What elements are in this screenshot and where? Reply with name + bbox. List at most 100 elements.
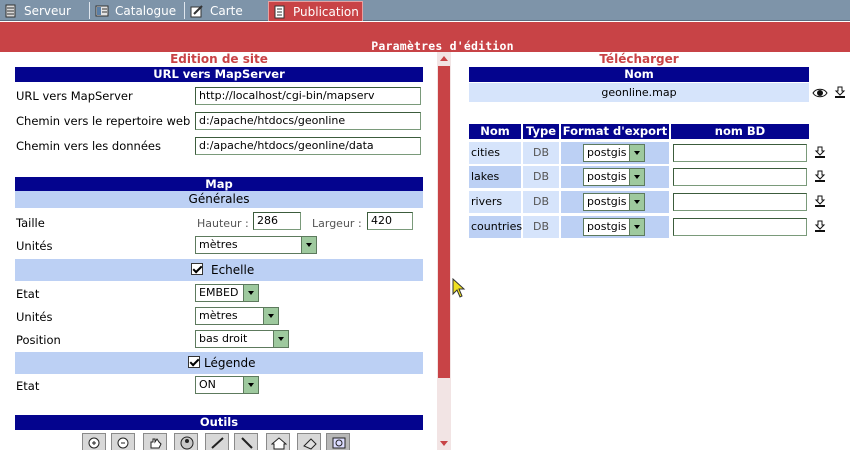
export-format-value: postgis bbox=[587, 170, 627, 183]
layer-type: DB bbox=[533, 220, 550, 233]
erase-icon[interactable] bbox=[297, 433, 321, 450]
scale-checkbox[interactable] bbox=[191, 263, 203, 275]
chevron-down-icon bbox=[243, 377, 258, 393]
db-name-field[interactable] bbox=[673, 218, 807, 236]
legend-label: Légende bbox=[204, 356, 256, 370]
chevron-down-icon bbox=[301, 237, 316, 253]
col-header-dbname: nom BD bbox=[671, 124, 809, 139]
legend-subheader: Légende bbox=[15, 352, 423, 374]
chevron-down-icon bbox=[629, 169, 644, 185]
layer-type: DB bbox=[533, 170, 550, 183]
web-dir-field[interactable]: d:/apache/htdocs/geonline bbox=[195, 112, 421, 130]
download-icon[interactable] bbox=[814, 220, 826, 233]
units-select-value: mètres bbox=[199, 238, 238, 251]
scale-label: Echelle bbox=[211, 263, 255, 277]
scroll-up-button[interactable] bbox=[437, 52, 451, 65]
chevron-down-icon bbox=[243, 285, 258, 301]
export-format-select[interactable]: postgis bbox=[583, 193, 645, 211]
download-icon[interactable] bbox=[814, 146, 826, 159]
measure-icon[interactable] bbox=[234, 433, 258, 450]
width-field[interactable]: 420 bbox=[367, 212, 413, 230]
mapserver-url-field[interactable]: http://localhost/cgi-bin/mapserv bbox=[195, 87, 421, 105]
tab-serveur[interactable]: Serveur bbox=[0, 1, 88, 21]
left-section-title: Edition de site bbox=[170, 52, 268, 66]
legend-state-select[interactable]: ON bbox=[195, 376, 259, 394]
chevron-down-icon bbox=[629, 219, 644, 235]
position-select[interactable]: bas droit bbox=[195, 330, 289, 348]
layer-type: DB bbox=[533, 146, 550, 159]
scale-state-label: Etat bbox=[16, 287, 40, 301]
units-select[interactable]: mètres bbox=[195, 236, 317, 254]
publish-icon bbox=[273, 5, 287, 19]
tab-divider bbox=[89, 2, 90, 19]
general-subheader: Générales bbox=[15, 191, 423, 208]
position-label: Position bbox=[16, 333, 61, 347]
tab-label: Publication bbox=[293, 4, 359, 19]
chevron-down-icon bbox=[629, 194, 644, 210]
scale-state-select[interactable]: EMBED bbox=[195, 284, 259, 302]
db-name-field[interactable] bbox=[673, 144, 807, 162]
export-format-select[interactable]: postgis bbox=[583, 144, 645, 162]
tab-label: Catalogue bbox=[115, 4, 177, 18]
export-format-select[interactable]: postgis bbox=[583, 168, 645, 186]
draw-line-icon[interactable] bbox=[205, 433, 229, 450]
chevron-up-icon bbox=[440, 56, 448, 61]
mapfile-header: Nom bbox=[469, 67, 809, 82]
export-format-select[interactable]: postgis bbox=[583, 218, 645, 236]
web-dir-label: Chemin vers le repertoire web bbox=[16, 114, 191, 128]
layer-name: countries bbox=[471, 220, 523, 233]
scale-state-value: EMBED bbox=[199, 286, 239, 299]
export-format-value: postgis bbox=[587, 146, 627, 159]
mapfile-name: geonline.map bbox=[469, 83, 809, 102]
scale-units-label: Unités bbox=[16, 310, 53, 324]
layer-name: lakes bbox=[471, 170, 500, 183]
tab-label: Carte bbox=[210, 4, 243, 18]
data-dir-field[interactable]: d:/apache/htdocs/geonline/data bbox=[195, 137, 421, 155]
db-name-field[interactable] bbox=[673, 168, 807, 186]
tab-carte[interactable]: Carte bbox=[186, 1, 266, 21]
scale-units-select[interactable]: mètres bbox=[195, 307, 279, 325]
col-header-name: Nom bbox=[469, 124, 521, 139]
tab-bar: Serveur Catalogue Carte Publication bbox=[0, 0, 850, 21]
server-icon bbox=[4, 4, 18, 18]
info-icon[interactable] bbox=[174, 433, 198, 450]
tab-label: Serveur bbox=[24, 4, 71, 18]
width-label: Largeur : bbox=[312, 217, 362, 230]
mouse-cursor-icon bbox=[452, 278, 466, 298]
download-icon[interactable] bbox=[814, 195, 826, 208]
height-field[interactable]: 286 bbox=[253, 212, 301, 230]
position-value: bas droit bbox=[199, 332, 248, 345]
tab-catalogue[interactable]: Catalogue bbox=[91, 1, 183, 21]
data-dir-label: Chemin vers les données bbox=[16, 139, 161, 153]
layers-icon[interactable] bbox=[326, 433, 350, 450]
map-edit-icon bbox=[190, 4, 204, 18]
export-format-value: postgis bbox=[587, 195, 627, 208]
tab-publication[interactable]: Publication bbox=[268, 1, 363, 21]
pan-hand-icon[interactable] bbox=[143, 433, 167, 450]
col-header-format: Format d'export bbox=[561, 124, 669, 139]
map-section-header: Map bbox=[15, 177, 423, 192]
home-icon[interactable] bbox=[266, 433, 290, 450]
zoom-out-icon[interactable] bbox=[111, 433, 135, 450]
download-icon[interactable] bbox=[814, 170, 826, 183]
layer-type: DB bbox=[533, 195, 550, 208]
scale-units-value: mètres bbox=[199, 309, 238, 322]
catalog-icon bbox=[95, 4, 109, 18]
download-icon[interactable] bbox=[834, 86, 846, 99]
view-eye-icon[interactable] bbox=[812, 87, 828, 99]
export-format-value: postgis bbox=[587, 220, 627, 233]
chevron-down-icon bbox=[273, 331, 288, 347]
scroll-down-button[interactable] bbox=[437, 437, 451, 450]
legend-state-label: Etat bbox=[16, 379, 40, 393]
units-label: Unités bbox=[16, 239, 53, 253]
legend-state-value: ON bbox=[199, 378, 216, 391]
url-section-header: URL vers MapServer bbox=[15, 67, 423, 82]
scrollbar-thumb[interactable] bbox=[438, 66, 450, 378]
db-name-field[interactable] bbox=[673, 193, 807, 211]
tools-section-header: Outils bbox=[15, 415, 423, 430]
layer-name: cities bbox=[471, 146, 500, 159]
right-section-title: Télécharger bbox=[599, 52, 679, 66]
legend-checkbox[interactable] bbox=[188, 356, 200, 368]
zoom-in-icon[interactable] bbox=[82, 433, 106, 450]
height-label: Hauteur : bbox=[197, 217, 249, 230]
